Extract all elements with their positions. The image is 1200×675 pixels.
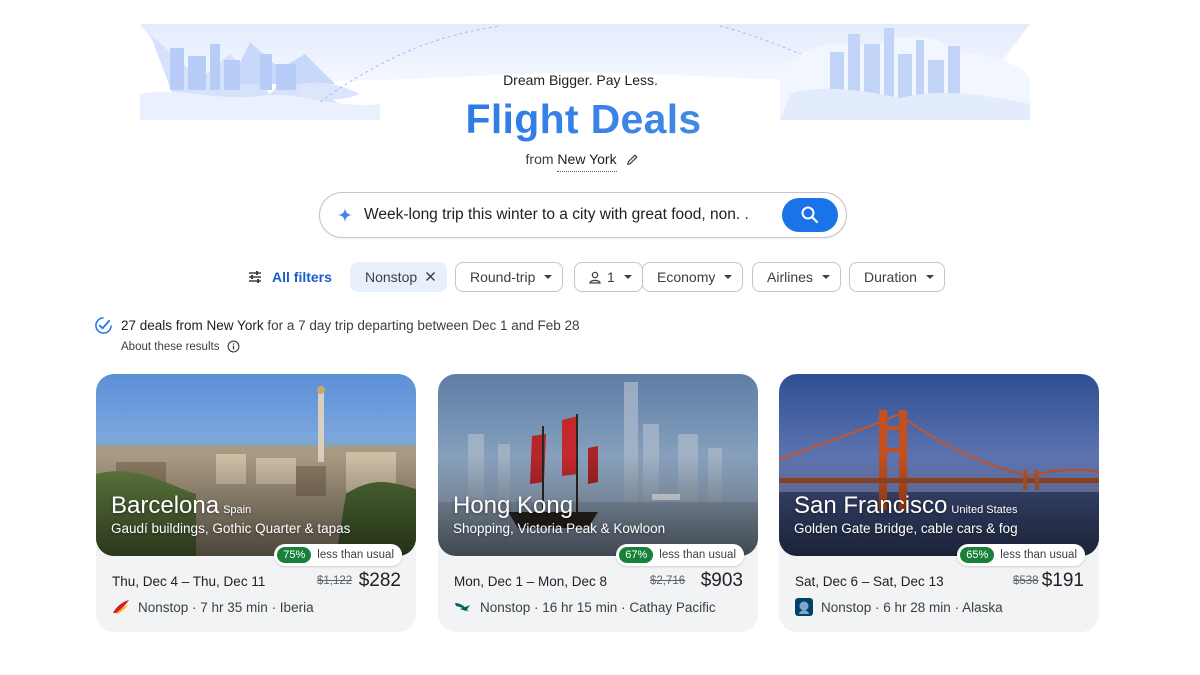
tagline: Dream Bigger. Pay Less. <box>503 72 658 88</box>
savings-badge: 65% less than usual <box>957 544 1085 566</box>
deal-price: $282 <box>358 570 401 591</box>
savings-badge: 67% less than usual <box>616 544 744 566</box>
usual-price: $1,122 <box>317 575 353 587</box>
chip-label: Airlines <box>767 269 813 285</box>
caret-down-icon <box>925 275 934 279</box>
usual-price: $2,716 <box>650 575 686 587</box>
savings-label: less than usual <box>659 549 736 561</box>
alaska-logo-icon <box>795 598 813 616</box>
country-name: United States <box>951 504 1018 516</box>
savings-label: less than usual <box>1000 549 1077 561</box>
deal-card-hong-kong[interactable]: Hong Kong Shopping, Victoria Peak & Kowl… <box>438 374 758 632</box>
search-icon <box>801 206 819 224</box>
savings-badge: 75% less than usual <box>274 544 402 566</box>
trip-dates: Mon, Dec 1 – Mon, Dec 8 <box>454 574 608 589</box>
savings-percent: 65% <box>960 547 995 563</box>
flight-details: Nonstop · 7 hr 35 min · Iberia <box>112 598 314 616</box>
flight-details: Nonstop · 6 hr 28 min · Alaska <box>795 598 1003 616</box>
city-name: Barcelona Spain <box>111 492 252 519</box>
deal-card-barcelona[interactable]: Barcelona Spain Gaudí buildings, Gothic Q… <box>96 374 416 632</box>
caret-down-icon <box>724 275 733 279</box>
flight-details-text: Nonstop · 16 hr 15 min · Cathay Pacific <box>480 599 716 615</box>
city-highlights: Golden Gate Bridge, cable cars & fog <box>794 521 1018 536</box>
city-name: San Francisco United States <box>794 492 1018 519</box>
verified-check-icon <box>95 317 112 334</box>
deals-description: for a 7 day trip departing between Dec 1… <box>267 318 580 333</box>
iberia-logo-icon <box>112 598 130 616</box>
chip-label: 1 <box>607 269 615 285</box>
city-highlights: Shopping, Victoria Peak & Kowloon <box>453 521 666 536</box>
nonstop-chip[interactable]: Nonstop <box>350 262 448 292</box>
filter-sliders-icon <box>249 271 261 283</box>
from-label: from <box>525 151 554 167</box>
usual-price: $538 <box>1013 575 1039 587</box>
city-highlights: Gaudí buildings, Gothic Quarter & tapas <box>111 521 351 536</box>
cathay-pacific-logo-icon <box>454 598 472 616</box>
all-filters-label: All filters <box>272 269 332 285</box>
cabin-class-dropdown[interactable]: Economy <box>642 262 744 292</box>
search-bar[interactable]: Week-long trip this winter to a city wit… <box>319 192 847 238</box>
trip-dates: Sat, Dec 6 – Sat, Dec 13 <box>795 574 944 589</box>
deals-count: 27 deals from New York <box>121 318 264 333</box>
city-name: Hong Kong <box>453 492 574 519</box>
close-icon[interactable] <box>425 269 436 285</box>
airlines-dropdown[interactable]: Airlines <box>752 262 841 292</box>
trip-dates: Thu, Dec 4 – Thu, Dec 11 <box>112 574 266 589</box>
filter-bar: All filters Nonstop Round-trip 1 Economy… <box>0 262 1200 292</box>
duration-dropdown[interactable]: Duration <box>849 262 945 292</box>
person-icon <box>589 271 601 284</box>
origin-city[interactable]: New York <box>557 151 617 172</box>
trip-type-dropdown[interactable]: Round-trip <box>455 262 564 292</box>
ai-sparkle-icon <box>337 207 353 228</box>
page-title: Flight Deals <box>0 96 1167 143</box>
info-icon[interactable] <box>227 340 240 353</box>
all-filters-button[interactable]: All filters <box>247 262 332 292</box>
about-results-label: About these results <box>121 340 220 353</box>
search-input[interactable]: Week-long trip this winter to a city wit… <box>364 206 749 224</box>
origin-selector[interactable]: from New York <box>0 151 1165 172</box>
flight-details-text: Nonstop · 7 hr 35 min · Iberia <box>138 599 314 615</box>
flight-details-text: Nonstop · 6 hr 28 min · Alaska <box>821 599 1003 615</box>
results-summary: 27 deals from New York for a 7 day trip … <box>94 316 580 335</box>
deal-price: $903 <box>700 570 743 591</box>
deal-card-san-francisco[interactable]: San Francisco United States Golden Gate B… <box>779 374 1099 632</box>
edit-pencil-icon[interactable] <box>626 153 639 169</box>
caret-down-icon <box>544 275 553 279</box>
chip-label: Nonstop <box>365 269 418 285</box>
savings-percent: 67% <box>619 547 654 563</box>
savings-label: less than usual <box>317 549 394 561</box>
passengers-dropdown[interactable]: 1 <box>574 262 643 292</box>
flight-details: Nonstop · 16 hr 15 min · Cathay Pacific <box>454 598 716 616</box>
deal-price: $191 <box>1041 570 1084 591</box>
chip-label: Duration <box>864 269 917 285</box>
caret-down-icon <box>821 275 830 279</box>
chip-label: Economy <box>657 269 716 285</box>
chip-label: Round-trip <box>470 269 536 285</box>
search-button[interactable] <box>782 198 838 232</box>
country-name: Spain <box>223 504 252 516</box>
savings-percent: 75% <box>277 547 312 563</box>
about-results-link[interactable]: About these results <box>121 340 240 353</box>
caret-down-icon <box>623 275 632 279</box>
